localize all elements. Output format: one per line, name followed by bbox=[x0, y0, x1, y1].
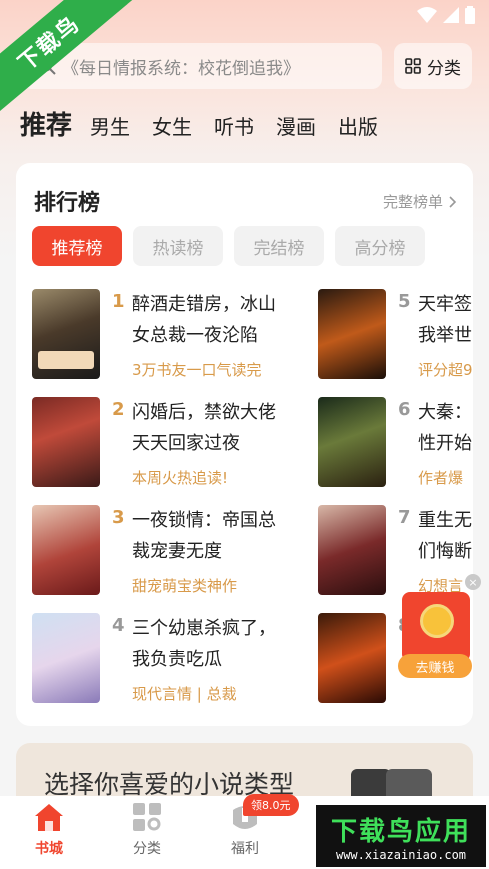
book-cover bbox=[318, 397, 386, 487]
nav-bookstore[interactable]: 书城 bbox=[14, 802, 84, 858]
ranking-tab-top-rated[interactable]: 高分榜 bbox=[335, 226, 425, 266]
tab-audiobook[interactable]: 听书 bbox=[214, 111, 254, 140]
book-item[interactable]: 3 一夜锁情：帝国总 裁宠妻无度 甜宠萌宝类神作 bbox=[32, 505, 322, 601]
category-button[interactable]: 分类 bbox=[394, 43, 472, 89]
earn-money-float[interactable]: 去赚钱 bbox=[398, 592, 472, 684]
nav-welfare-label: 福利 bbox=[231, 841, 259, 857]
book-item[interactable]: 1 醉酒走错房，冰山 女总裁一夜沦陷 3万书友一口气读完 bbox=[32, 289, 322, 385]
book-tag: 甜宠萌宝类神作 bbox=[132, 577, 238, 595]
search-placeholder: 《每日情报系统：校花倒追我》 bbox=[62, 58, 300, 79]
book-title: 醉酒走错房，冰山 女总裁一夜沦陷 bbox=[132, 294, 276, 346]
coin-icon bbox=[420, 604, 454, 638]
tab-recommend[interactable]: 推荐 bbox=[20, 105, 72, 142]
book-rank: 6 bbox=[398, 399, 411, 420]
full-ranking-link[interactable]: 完整榜单 bbox=[383, 191, 457, 212]
book-tag: 评分超9 bbox=[418, 361, 473, 379]
book-rank: 7 bbox=[398, 507, 411, 528]
ranking-tab-recommend[interactable]: 推荐榜 bbox=[32, 226, 122, 266]
book-item[interactable]: 5 天牢签 我举世 评分超9 bbox=[318, 289, 473, 385]
book-tag: 本周火热追读! bbox=[132, 469, 229, 487]
book-tag: 作者爆 bbox=[418, 469, 464, 487]
book-item[interactable]: 6 大秦： 性开始 作者爆 bbox=[318, 397, 473, 493]
book-tag: 现代言情 | 总裁 bbox=[132, 685, 237, 703]
book-rank: 2 bbox=[112, 399, 125, 420]
category-grid-icon bbox=[133, 803, 161, 831]
category-button-label: 分类 bbox=[427, 58, 461, 79]
full-ranking-label: 完整榜单 bbox=[382, 193, 443, 211]
book-cover bbox=[318, 505, 386, 595]
book-cover bbox=[32, 613, 100, 703]
grid-icon bbox=[405, 58, 421, 74]
book-title: 天牢签 我举世 bbox=[418, 294, 472, 346]
search-bar[interactable]: 《每日情报系统：校花倒追我》 bbox=[22, 43, 382, 89]
book-item[interactable]: 2 闪婚后，禁欲大佬 天天回家过夜 本周火热追读! bbox=[32, 397, 322, 493]
welfare-badge: 领8.0元 bbox=[243, 794, 299, 816]
wifi-icon bbox=[417, 7, 437, 23]
book-title: 大秦： 性开始 bbox=[418, 402, 472, 454]
tab-male[interactable]: 男生 bbox=[90, 111, 130, 140]
ranking-tab-hot[interactable]: 热读榜 bbox=[133, 226, 223, 266]
book-item[interactable]: 4 三个幼崽杀疯了， 我负责吃瓜 现代言情 | 总裁 bbox=[32, 613, 322, 709]
tab-comics[interactable]: 漫画 bbox=[276, 111, 316, 140]
book-cover bbox=[32, 505, 100, 595]
status-bar bbox=[417, 6, 475, 24]
book-tag: 3万书友一口气读完 bbox=[132, 361, 262, 379]
book-cover bbox=[32, 289, 100, 379]
top-tabs: 推荐 男生 女生 听书 漫画 出版 bbox=[20, 105, 400, 142]
battery-icon bbox=[465, 6, 475, 24]
book-title: 重生无 们悔断 bbox=[418, 510, 472, 562]
book-title: 三个幼崽杀疯了， 我负责吃瓜 bbox=[132, 618, 276, 670]
book-title: 一夜锁情：帝国总 裁宠妻无度 bbox=[132, 510, 276, 562]
book-title: 闪婚后，禁欲大佬 天天回家过夜 bbox=[132, 402, 276, 454]
book-rank: 4 bbox=[112, 615, 125, 636]
book-rank: 1 bbox=[112, 291, 125, 312]
earn-money-button[interactable]: 去赚钱 bbox=[398, 654, 472, 678]
book-cover bbox=[318, 613, 386, 703]
tab-female[interactable]: 女生 bbox=[152, 111, 192, 140]
reward-close-button[interactable]: × bbox=[465, 574, 481, 590]
book-cover bbox=[318, 289, 386, 379]
book-rank: 5 bbox=[398, 291, 411, 312]
nav-category-label: 分类 bbox=[133, 841, 161, 857]
ranking-tab-finished[interactable]: 完结榜 bbox=[234, 226, 324, 266]
watermark-logo-url: www.xiazainiao.com bbox=[335, 847, 467, 862]
watermark-logo: 下载鸟应用 www.xiazainiao.com bbox=[316, 805, 486, 867]
nav-category[interactable]: 分类 bbox=[112, 802, 182, 858]
home-icon bbox=[35, 804, 63, 831]
book-item[interactable]: 7 重生无 们悔断 幻想言 bbox=[318, 505, 473, 601]
signal-icon bbox=[443, 7, 459, 23]
book-cover bbox=[32, 397, 100, 487]
chevron-right-icon bbox=[449, 195, 457, 208]
ranking-tabs: 推荐榜 热读榜 完结榜 高分榜 bbox=[32, 226, 425, 266]
book-rank: 3 bbox=[112, 507, 125, 528]
watermark-logo-text: 下载鸟应用 bbox=[330, 816, 471, 847]
nav-bookstore-label: 书城 bbox=[35, 841, 63, 857]
tab-published[interactable]: 出版 bbox=[338, 111, 378, 140]
ranking-title: 排行榜 bbox=[34, 191, 101, 216]
